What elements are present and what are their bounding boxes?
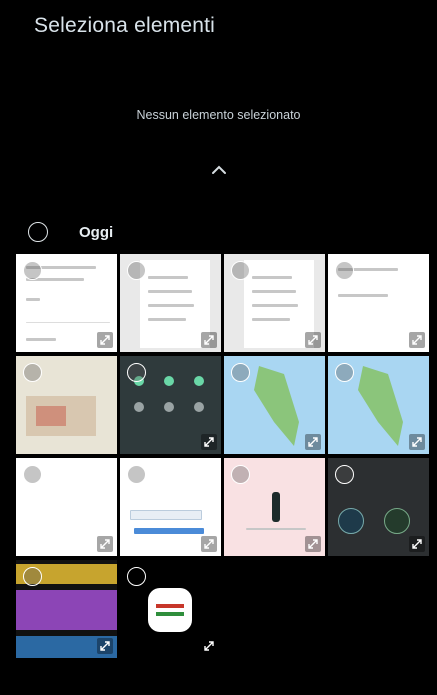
- thumbnail-item[interactable]: [120, 458, 221, 556]
- select-circle-icon[interactable]: [23, 363, 42, 382]
- select-circle-icon[interactable]: [335, 261, 354, 280]
- select-circle-icon[interactable]: [127, 363, 146, 382]
- thumbnail-item[interactable]: [120, 356, 221, 454]
- select-circle-icon[interactable]: [335, 465, 354, 484]
- thumbnail-item[interactable]: [224, 356, 325, 454]
- expand-icon[interactable]: [201, 536, 217, 552]
- expand-icon[interactable]: [97, 332, 113, 348]
- expand-icon[interactable]: [409, 536, 425, 552]
- expand-icon[interactable]: [409, 332, 425, 348]
- thumbnail-item[interactable]: [224, 254, 325, 352]
- select-circle-icon[interactable]: [335, 363, 354, 382]
- expand-icon[interactable]: [97, 536, 113, 552]
- page-title: Seleziona elementi: [34, 14, 216, 37]
- expand-icon[interactable]: [97, 638, 113, 654]
- thumbnail-item[interactable]: [16, 458, 117, 556]
- expand-icon[interactable]: [201, 638, 217, 654]
- thumbnail-item[interactable]: [328, 356, 429, 454]
- date-group-header: Oggi: [28, 220, 113, 244]
- expand-icon[interactable]: [409, 434, 425, 450]
- selection-status: Nessun elemento selezionato: [136, 108, 301, 122]
- select-circle-icon[interactable]: [231, 363, 250, 382]
- select-circle-icon[interactable]: [127, 261, 146, 280]
- thumbnail-item[interactable]: [328, 458, 429, 556]
- expand-icon[interactable]: [305, 536, 321, 552]
- date-label: Oggi: [79, 223, 114, 241]
- expand-icon[interactable]: [201, 332, 217, 348]
- expand-icon[interactable]: [201, 434, 217, 450]
- chevron-up-icon[interactable]: [206, 160, 232, 180]
- thumbnail-item[interactable]: [16, 254, 117, 352]
- select-circle-icon[interactable]: [231, 261, 250, 280]
- select-circle-icon[interactable]: [23, 261, 42, 280]
- select-all-radio-icon[interactable]: [28, 222, 48, 242]
- thumbnail-item[interactable]: [16, 356, 117, 454]
- expand-icon[interactable]: [305, 434, 321, 450]
- select-circle-icon[interactable]: [23, 465, 42, 484]
- expand-icon[interactable]: [305, 332, 321, 348]
- thumbnail-item[interactable]: [16, 560, 117, 658]
- select-circle-icon[interactable]: [127, 567, 146, 586]
- thumbnail-item[interactable]: [120, 254, 221, 352]
- thumbnail-item[interactable]: [120, 560, 221, 658]
- thumbnail-item[interactable]: [224, 458, 325, 556]
- select-circle-icon[interactable]: [231, 465, 250, 484]
- thumbnail-item[interactable]: [328, 254, 429, 352]
- select-circle-icon[interactable]: [127, 465, 146, 484]
- select-circle-icon[interactable]: [23, 567, 42, 586]
- media-panel: Oggi: [8, 188, 429, 695]
